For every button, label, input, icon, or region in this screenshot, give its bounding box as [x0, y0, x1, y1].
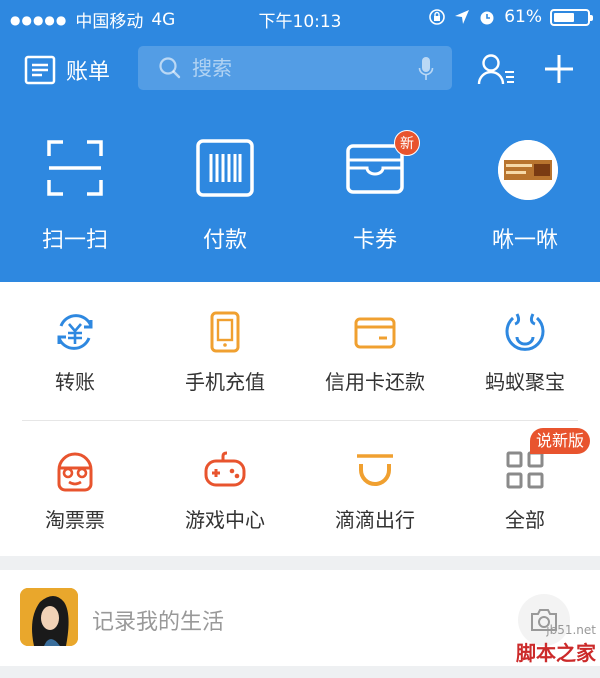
alipay-home-screen: ●●●●● 中国移动 4G 下午10:13 61% 账单 搜索 扫一扫 付款 卡… [0, 0, 600, 678]
new-badge: 新 [394, 130, 420, 156]
contacts-icon[interactable] [476, 52, 520, 86]
service-label: 游戏中心 [185, 508, 265, 532]
services-grid: 转账 手机充值 信用卡还款 蚂蚁聚宝 淘票票 游戏中心 滴滴出行 全部 说新版 [0, 282, 600, 556]
service-taopiaopiao[interactable]: 淘票票 [0, 420, 150, 550]
service-label: 信用卡还款 [325, 370, 425, 394]
watermark-name: 脚本之家 [516, 641, 596, 665]
location-arrow-icon [455, 10, 470, 24]
quick-action-pay[interactable]: 付款 [150, 124, 300, 264]
version-badge[interactable]: 说新版 [530, 428, 591, 454]
taopiaopiao-icon [57, 452, 93, 492]
life-post-placeholder: 记录我的生活 [92, 610, 225, 635]
microphone-icon[interactable] [418, 56, 434, 82]
transfer-icon [57, 314, 93, 350]
quick-action-label: 付款 [202, 228, 247, 253]
watermark-url: jb51.net [546, 623, 596, 637]
service-transfer[interactable]: 转账 [0, 282, 150, 412]
service-label: 手机充值 [185, 370, 265, 394]
avatar-image [20, 588, 78, 646]
service-label: 滴滴出行 [335, 508, 415, 532]
search-icon [159, 57, 181, 79]
promo-image [498, 140, 558, 200]
watermark: jb51.net 脚本之家 [516, 623, 596, 666]
search-bar[interactable] [138, 46, 452, 90]
barcode-pay-icon [196, 139, 254, 197]
service-label: 淘票票 [45, 508, 105, 532]
service-credit-card[interactable]: 信用卡还款 [300, 282, 450, 412]
battery-percent: 61% [504, 7, 542, 27]
grid-all-icon [506, 451, 544, 489]
battery-fill [554, 12, 574, 22]
navigation-bar: 账单 [0, 44, 600, 94]
bill-label: 账单 [66, 60, 111, 85]
game-controller-icon [204, 451, 246, 487]
phone-recharge-icon [210, 311, 240, 353]
service-label: 转账 [55, 370, 95, 394]
quick-action-label: 咻一咻 [491, 228, 558, 253]
quick-action-cards[interactable]: 卡券 [300, 124, 450, 264]
quick-action-scan[interactable]: 扫一扫 [0, 124, 150, 264]
avatar[interactable] [20, 588, 78, 646]
scan-icon [47, 140, 103, 196]
ant-fortune-icon [505, 313, 545, 351]
bill-icon [24, 55, 56, 85]
service-game-center[interactable]: 游戏中心 [150, 420, 300, 550]
service-phone-recharge[interactable]: 手机充值 [150, 282, 300, 412]
service-label: 全部 [505, 508, 545, 532]
credit-card-icon [354, 317, 396, 349]
didi-icon [357, 454, 393, 486]
status-bar: ●●●●● 中国移动 4G 下午10:13 61% [0, 0, 600, 34]
life-post-bar[interactable]: 记录我的生活 jb51.net 脚本之家 [0, 570, 600, 666]
service-ant-fortune[interactable]: 蚂蚁聚宝 [450, 282, 600, 412]
search-input[interactable] [192, 56, 402, 80]
service-label: 蚂蚁聚宝 [485, 370, 565, 394]
quick-action-label: 卡券 [352, 228, 397, 253]
alarm-clock-icon [480, 11, 494, 25]
battery-icon [550, 8, 593, 26]
bill-button[interactable]: 账单 [24, 54, 110, 86]
header-panel: ●●●●● 中国移动 4G 下午10:13 61% 账单 搜索 扫一扫 付款 卡… [0, 0, 600, 282]
service-didi[interactable]: 滴滴出行 [300, 420, 450, 550]
quick-action-label: 扫一扫 [41, 228, 108, 253]
xiu-avatar-icon[interactable] [498, 140, 558, 200]
lock-rotation-icon [429, 9, 446, 25]
plus-icon[interactable] [542, 52, 576, 86]
status-right: 61% [428, 7, 593, 27]
